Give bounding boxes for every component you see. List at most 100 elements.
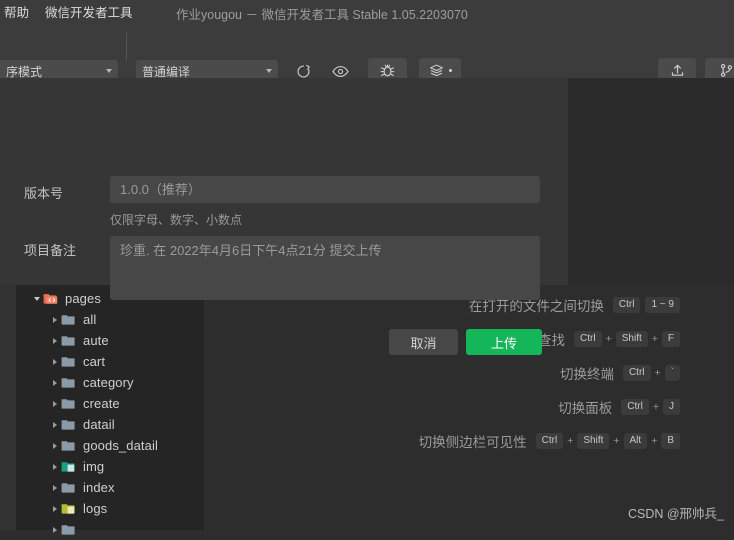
- chevron-right-icon[interactable]: [48, 316, 61, 323]
- bug-icon: [380, 64, 395, 77]
- tree-item[interactable]: create: [16, 393, 204, 414]
- shortcut-key: `: [664, 365, 680, 381]
- tree-item[interactable]: goods_datail: [16, 435, 204, 456]
- chevron-right-icon[interactable]: [48, 484, 61, 491]
- chevron-down-icon: [448, 69, 452, 72]
- project-remark-label: 项目备注: [24, 243, 77, 258]
- chevron-right-icon[interactable]: [48, 463, 61, 470]
- shortcut-hint-row: 切换终端 Ctrl + `: [380, 356, 680, 390]
- tree-item-label: cart: [83, 354, 106, 369]
- shortcut-hint-row: 切换面板 Ctrl + J: [380, 390, 680, 424]
- tree-item[interactable]: datail: [16, 414, 204, 435]
- tree-item[interactable]: category: [16, 372, 204, 393]
- shortcut-keys: Ctrl + Shift + Alt + B: [535, 433, 680, 449]
- program-mode-value: 序模式: [6, 64, 43, 79]
- shortcut-hint-list: 在打开的文件之间切换Ctrl1 ~ 9在文件中查找Ctrl+Shift+F切换终…: [380, 288, 680, 458]
- compile-mode-value: 普通编译: [142, 64, 191, 79]
- chevron-down-icon[interactable]: [30, 296, 43, 301]
- version-number-help-text: 仅限字母、数字、小数点: [110, 213, 243, 227]
- title-bar: 帮助 微信开发者工具 作业yougou － 微信开发者工具 Stable 1.0…: [0, 0, 734, 27]
- shortcut-key: F: [661, 331, 680, 347]
- shortcut-key: 1 ~ 9: [645, 297, 680, 313]
- shortcut-key: Ctrl: [621, 399, 649, 415]
- version-number-label: 版本号: [24, 186, 64, 201]
- tree-item-label: logs: [83, 501, 108, 516]
- chevron-right-icon[interactable]: [48, 505, 61, 512]
- project-remark-textarea[interactable]: [110, 236, 540, 300]
- tree-item-label: all: [83, 312, 97, 327]
- shortcut-keys: Ctrl + J: [621, 399, 680, 415]
- folder-blue-icon: [61, 378, 75, 388]
- shortcut-description: 切换面板: [558, 401, 613, 416]
- folder-blue-icon: [61, 315, 75, 325]
- folder-blue-icon: [61, 441, 75, 451]
- tree-item-label: pages: [65, 291, 101, 306]
- shortcut-key: Ctrl: [574, 331, 602, 347]
- tree-item-label: aute: [83, 333, 109, 348]
- tree-item-label: goods_datail: [83, 438, 158, 453]
- tree-item-label: img: [83, 459, 105, 474]
- chevron-right-icon[interactable]: [48, 442, 61, 449]
- eye-icon: [331, 65, 349, 77]
- shortcut-description: 切换终端: [559, 367, 614, 382]
- shortcut-keys: Ctrl 1 ~ 9: [612, 297, 680, 313]
- folder-yellow-icon: [61, 504, 75, 514]
- window-title: 作业yougou － 微信开发者工具 Stable 1.05.2203070: [176, 8, 468, 22]
- shortcut-key: Shift: [615, 331, 648, 347]
- chevron-right-icon[interactable]: [48, 337, 61, 344]
- tree-item-label: category: [83, 375, 134, 390]
- shortcut-key: Alt: [623, 433, 648, 449]
- toolbar-divider: [126, 33, 127, 61]
- toolbar: 序模式 普通编译 编译 预览 真机调试: [0, 27, 734, 103]
- folder-blue-icon: [61, 336, 75, 346]
- key-separator: +: [651, 333, 658, 345]
- shortcut-key: J: [663, 399, 680, 415]
- tree-item[interactable]: all: [16, 309, 204, 330]
- tree-item[interactable]: img: [16, 456, 204, 477]
- cancel-button[interactable]: 取消: [389, 329, 458, 355]
- upload-icon: [671, 64, 683, 76]
- menu-item-devtools[interactable]: 微信开发者工具: [37, 0, 141, 27]
- shortcut-key: B: [661, 433, 680, 449]
- chevron-right-icon[interactable]: [48, 358, 61, 365]
- upload-submit-button[interactable]: 上传: [466, 329, 542, 355]
- key-separator: +: [567, 435, 574, 447]
- git-branch-icon: [720, 64, 732, 77]
- shortcut-key: Ctrl: [612, 297, 641, 313]
- shortcut-keys: Ctrl + Shift + F: [574, 331, 680, 347]
- folder-blue-icon: [61, 420, 75, 430]
- tree-item[interactable]: logs: [16, 498, 204, 519]
- shortcut-keys: Ctrl + `: [622, 365, 680, 381]
- dialog-backdrop-right: [568, 78, 734, 285]
- tree-item[interactable]: cart: [16, 351, 204, 372]
- menu-item-help[interactable]: 帮助: [0, 0, 37, 27]
- shortcut-hint-row: 切换侧边栏可见性 Ctrl + Shift + Alt + B: [380, 424, 680, 458]
- tree-item-label: datail: [83, 417, 115, 432]
- folder-blue-icon: [61, 483, 75, 493]
- key-separator: +: [654, 367, 661, 379]
- version-number-input[interactable]: [110, 176, 540, 203]
- shortcut-key: Ctrl: [622, 365, 651, 381]
- key-separator: +: [652, 401, 659, 413]
- tree-item[interactable]: aute: [16, 330, 204, 351]
- folder-teal-icon: [61, 462, 75, 472]
- shortcut-key: Ctrl: [535, 433, 564, 449]
- chevron-right-icon[interactable]: [48, 400, 61, 407]
- shortcut-description: 切换侧边栏可见性: [418, 435, 527, 450]
- chevron-right-icon[interactable]: [48, 379, 61, 386]
- key-separator: +: [651, 435, 658, 447]
- chevron-down-icon: [266, 69, 272, 73]
- folder-blue-icon: [61, 357, 75, 367]
- chevron-right-icon[interactable]: [48, 421, 61, 428]
- upload-dialog: 版本号 仅限字母、数字、小数点 项目备注 取消 上传: [0, 78, 568, 355]
- folder-open-red-icon: [43, 294, 58, 304]
- key-separator: +: [613, 435, 620, 447]
- chevron-down-icon: [106, 69, 112, 73]
- csdn-watermark: CSDN @邢帅兵_: [627, 507, 724, 521]
- layers-icon: [429, 64, 443, 77]
- file-tree[interactable]: pages all aute cart category create datail good…: [16, 288, 204, 540]
- refresh-icon: [297, 64, 310, 78]
- key-separator: +: [605, 333, 612, 345]
- tree-item[interactable]: index: [16, 477, 204, 498]
- folder-blue-icon: [61, 399, 75, 409]
